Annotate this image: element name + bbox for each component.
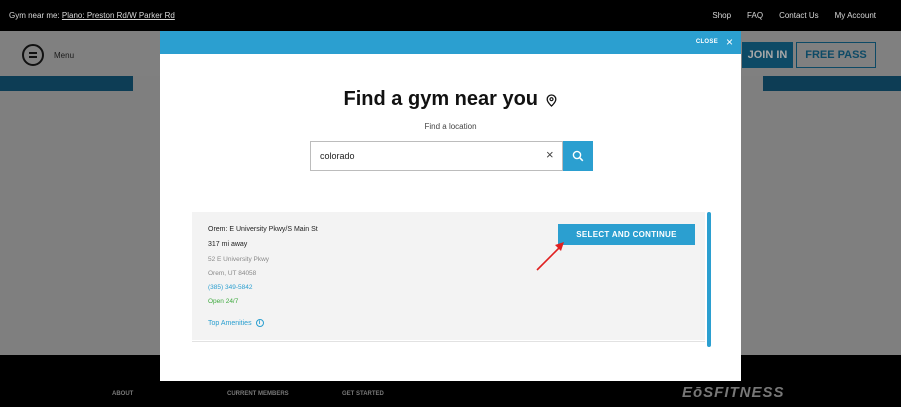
search-button[interactable] xyxy=(563,141,593,171)
gym-near-me-prefix: Gym near me: xyxy=(9,11,60,20)
find-gym-modal: CLOSE × Find a gym near you Find a locat… xyxy=(160,31,741,381)
location-search-input[interactable] xyxy=(310,141,563,171)
gym-hours: Open 24/7 xyxy=(208,298,239,305)
utility-links: Shop FAQ Contact Us My Account xyxy=(712,11,876,20)
location-pin-icon xyxy=(547,94,557,108)
gym-result-card: Orem: E University Pkwy/S Main St 317 mi… xyxy=(192,212,705,340)
shop-link[interactable]: Shop xyxy=(712,11,731,20)
top-amenities-link[interactable]: Top Amenities i xyxy=(208,319,264,327)
info-icon: i xyxy=(255,319,264,327)
join-in-button[interactable]: JOIN IN xyxy=(742,42,793,68)
result-divider xyxy=(192,341,705,342)
contact-us-link[interactable]: Contact Us xyxy=(779,11,819,20)
clear-search-icon[interactable]: × xyxy=(546,148,554,162)
free-pass-button[interactable]: FREE PASS xyxy=(796,42,876,68)
gym-name: Orem: E University Pkwy/S Main St xyxy=(208,226,318,233)
footer-about-link[interactable]: ABOUT xyxy=(112,391,133,397)
gym-near-me: Gym near me: Plano: Preston Rd/W Parker … xyxy=(9,11,175,20)
menu-icon[interactable] xyxy=(22,44,44,66)
hero-banner-left xyxy=(0,76,133,91)
my-account-link[interactable]: My Account xyxy=(835,11,876,20)
hero-banner-right xyxy=(763,76,901,91)
gym-phone-link[interactable]: (385) 349-5842 xyxy=(208,284,252,291)
results-scrollbar[interactable] xyxy=(707,212,711,347)
modal-subtitle: Find a location xyxy=(424,122,477,131)
gym-distance: 317 mi away xyxy=(208,241,248,248)
gym-city-state-zip: Orem, UT 84058 xyxy=(208,270,257,277)
brand-logo[interactable]: EōSFITNESS xyxy=(682,384,785,401)
modal-title: Find a gym near you xyxy=(343,88,539,110)
modal-title-row: Find a gym near you xyxy=(160,88,741,111)
search-icon xyxy=(572,150,584,162)
top-utility-bar: Gym near me: Plano: Preston Rd/W Parker … xyxy=(0,0,901,31)
footer-get-started-link[interactable]: GET STARTED xyxy=(342,391,384,397)
close-icon[interactable]: × xyxy=(726,35,733,49)
gym-near-me-location-link[interactable]: Plano: Preston Rd/W Parker Rd xyxy=(62,11,175,20)
select-and-continue-button[interactable]: SELECT AND CONTINUE xyxy=(558,224,695,245)
faq-link[interactable]: FAQ xyxy=(747,11,763,20)
gym-street-address: 52 E University Pkwy xyxy=(208,256,270,263)
menu-label[interactable]: Menu xyxy=(54,51,74,60)
top-amenities-label: Top Amenities xyxy=(208,319,252,327)
footer-current-members-link[interactable]: CURRENT MEMBERS xyxy=(227,391,289,397)
close-label[interactable]: CLOSE xyxy=(696,39,718,45)
modal-header: CLOSE × xyxy=(160,31,741,54)
